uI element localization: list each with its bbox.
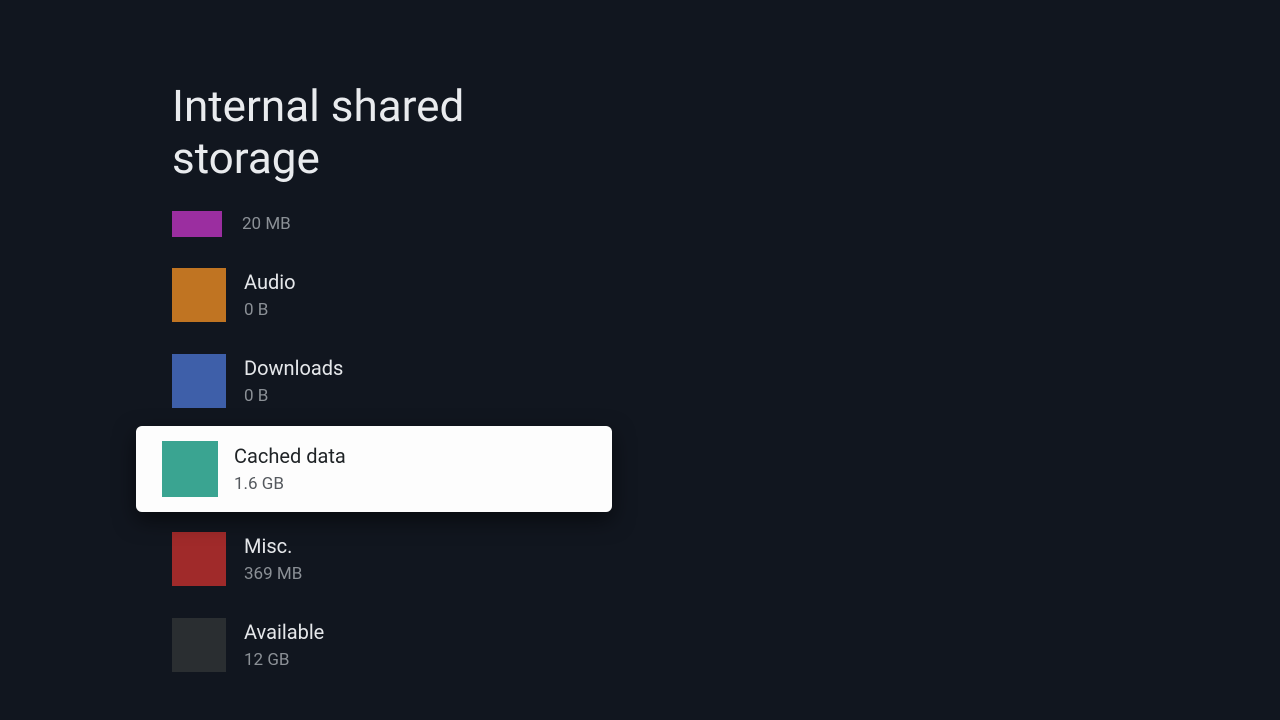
storage-item-audio[interactable]: Audio 0 B xyxy=(0,252,760,338)
storage-item-size: 12 GB xyxy=(244,650,324,670)
storage-item-label: Cached data xyxy=(234,444,346,468)
color-swatch-icon xyxy=(172,532,226,586)
storage-item-label: Misc. xyxy=(244,534,302,558)
storage-item-text: Downloads 0 B xyxy=(244,356,343,406)
storage-item-text: Available 12 GB xyxy=(244,620,324,670)
storage-item-label: Available xyxy=(244,620,324,644)
storage-item-text: Audio 0 B xyxy=(244,270,296,320)
storage-item-size: 20 MB xyxy=(242,214,291,234)
storage-category-list: 20 MB Audio 0 B Downloads 0 B Cached dat… xyxy=(0,196,760,688)
storage-item-downloads[interactable]: Downloads 0 B xyxy=(0,338,760,424)
storage-item-text: Misc. 369 MB xyxy=(244,534,302,584)
storage-item-size: 0 B xyxy=(244,386,343,406)
page-title: Internal shared storage xyxy=(172,80,592,184)
color-swatch-icon xyxy=(172,618,226,672)
storage-item-label: Downloads xyxy=(244,356,343,380)
storage-item-cached-data[interactable]: Cached data 1.6 GB xyxy=(136,426,612,512)
storage-item-size: 369 MB xyxy=(244,564,302,584)
storage-item-misc[interactable]: Misc. 369 MB xyxy=(0,516,760,602)
storage-item[interactable]: 20 MB xyxy=(0,196,760,252)
storage-item-label: Audio xyxy=(244,270,296,294)
color-swatch-icon xyxy=(172,211,222,237)
storage-item-size: 0 B xyxy=(244,300,296,320)
storage-item-text: Cached data 1.6 GB xyxy=(234,444,346,494)
color-swatch-icon xyxy=(172,268,226,322)
storage-settings-page: Internal shared storage 20 MB Audio 0 B … xyxy=(0,0,1280,720)
storage-item-size: 1.6 GB xyxy=(234,474,346,494)
storage-item-available[interactable]: Available 12 GB xyxy=(0,602,760,688)
color-swatch-icon xyxy=(162,441,218,497)
color-swatch-icon xyxy=(172,354,226,408)
